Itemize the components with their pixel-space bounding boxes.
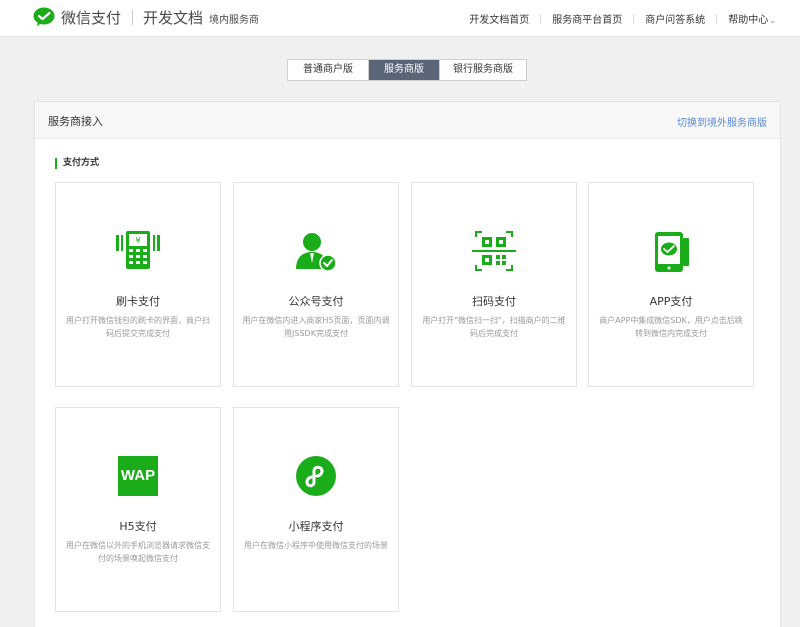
card-title: 刷卡支付 xyxy=(116,295,160,308)
brand[interactable]: 微信支付 开发文档 境内服务商 xyxy=(33,6,259,28)
official-account-icon xyxy=(296,233,337,272)
doc-subtitle: 境内服务商 xyxy=(209,14,260,26)
section-title: 支付方式 xyxy=(55,158,99,169)
card-native[interactable]: 扫码支付 用户打开"微信扫一扫"，扫描商户的二维码后完成支付 xyxy=(411,182,577,387)
nav-dev-docs-home[interactable]: 开发文档首页 xyxy=(469,11,529,26)
app-phone-icon xyxy=(655,232,689,272)
nav-help-center[interactable]: 帮助中心⌄ xyxy=(728,11,776,26)
doc-title: 开发文档 xyxy=(143,8,204,27)
top-nav: 开发文档首页 服务商平台首页 商户问答系统 帮助中心⌄ xyxy=(469,11,776,26)
card-micropay[interactable]: ¥ 刷卡支付 用户打开微信钱包的刷卡的界面，商户扫码后提交完成支付 xyxy=(55,182,221,387)
version-tabs: 普通商户版 服务商版 银行服务商版 xyxy=(287,59,527,81)
nav-merchant-qa[interactable]: 商户问答系统 xyxy=(645,11,705,26)
card-title: 小程序支付 xyxy=(288,520,344,533)
switch-overseas-link[interactable]: 切换到境外服务商版 xyxy=(677,114,767,129)
svg-text:¥: ¥ xyxy=(135,236,140,245)
nav-divider xyxy=(716,13,718,24)
brand-divider xyxy=(132,9,134,25)
tab-service-provider[interactable]: 服务商版 xyxy=(368,60,439,80)
card-description: 用户在微信内进入商家H5页面，页面内调用JSSDK完成支付 xyxy=(242,316,390,338)
chevron-down-icon: ⌄ xyxy=(769,16,776,25)
card-jsapi[interactable]: 公众号支付 用户在微信内进入商家H5页面，页面内调用JSSDK完成支付 xyxy=(233,182,399,387)
panel-header: 服务商接入 切换到境外服务商版 xyxy=(35,102,780,139)
nav-divider xyxy=(633,13,635,24)
tab-normal-merchant[interactable]: 普通商户版 xyxy=(288,60,368,80)
card-title: 公众号支付 xyxy=(288,295,344,308)
card-title: APP支付 xyxy=(649,295,693,308)
card-description: 用户在微信以外的手机浏览器请求微信支付的场景唤起微信支付 xyxy=(66,541,210,563)
nav-provider-platform-home[interactable]: 服务商平台首页 xyxy=(552,11,622,26)
card-description: 商户APP中集成微信SDK，用户点击后跳转到微信内完成支付 xyxy=(599,316,743,338)
brand-name: 微信支付 xyxy=(61,8,122,27)
card-description: 用户打开微信钱包的刷卡的界面，商户扫码后提交完成支付 xyxy=(66,316,210,338)
tab-bank-provider[interactable]: 银行服务商版 xyxy=(439,60,526,80)
panel-title: 服务商接入 xyxy=(48,115,103,128)
nav-help-center-label: 帮助中心 xyxy=(728,15,769,26)
mini-program-icon xyxy=(296,456,336,496)
top-bar: 微信支付 开发文档 境内服务商 开发文档首页 服务商平台首页 商户问答系统 帮助… xyxy=(0,0,800,37)
nav-divider xyxy=(540,13,542,24)
card-h5[interactable]: WAP H5支付 用户在微信以外的手机浏览器请求微信支付的场景唤起微信支付 xyxy=(55,407,221,612)
card-description: 用户打开"微信扫一扫"，扫描商户的二维码后完成支付 xyxy=(422,316,566,338)
card-description: 用户在微信小程序中使用微信支付的场景 xyxy=(244,541,388,550)
card-mini-program[interactable]: 小程序支付 用户在微信小程序中使用微信支付的场景 xyxy=(233,407,399,612)
card-title: 扫码支付 xyxy=(472,295,516,308)
card-title: H5支付 xyxy=(119,520,157,533)
wap-icon-label: WAP xyxy=(120,467,156,484)
provider-access-panel: 服务商接入 切换到境外服务商版 支付方式 ¥ 刷卡支付 用户打开微信钱包的刷卡的… xyxy=(34,101,781,627)
card-terminal-icon: ¥ xyxy=(116,231,160,269)
qr-scan-icon xyxy=(472,231,516,271)
wechat-pay-logo-icon xyxy=(33,7,55,26)
card-app[interactable]: APP支付 商户APP中集成微信SDK，用户点击后跳转到微信内完成支付 xyxy=(588,182,754,387)
